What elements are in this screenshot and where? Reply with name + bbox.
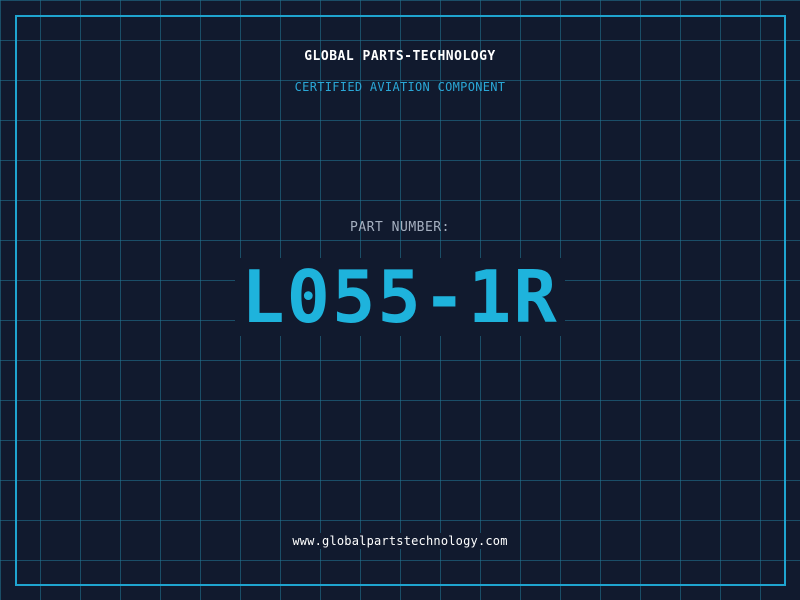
- part-number-label: PART NUMBER:: [350, 220, 450, 235]
- website-url[interactable]: www.globalpartstechnology.com: [288, 533, 512, 549]
- certificate-card: GLOBAL PARTS-TECHNOLOGY CERTIFIED AVIATI…: [0, 0, 800, 600]
- tagline: CERTIFIED AVIATION COMPONENT: [294, 80, 506, 94]
- company-name: GLOBAL PARTS-TECHNOLOGY: [304, 49, 496, 64]
- footer: www.globalpartstechnology.com: [0, 530, 800, 549]
- part-number-value: L055-1R: [235, 258, 565, 336]
- part-number-container: L055-1R: [0, 258, 800, 336]
